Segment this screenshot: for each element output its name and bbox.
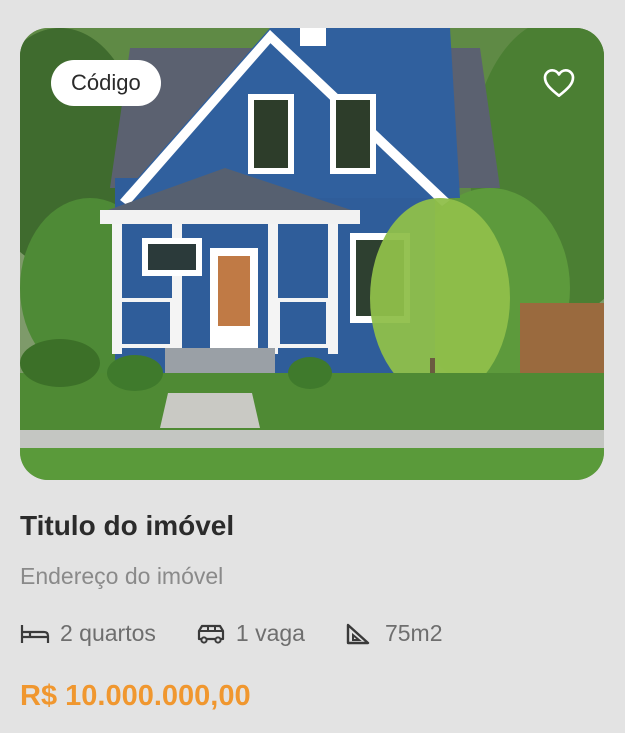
feature-area: 75m2 (345, 620, 443, 647)
property-features: 2 quartos 1 vaga 75m2 (20, 620, 483, 647)
car-icon (196, 622, 228, 646)
bed-icon (20, 622, 52, 646)
property-title: Titulo do imóvel (20, 510, 235, 541)
code-badge: Código (51, 60, 161, 106)
property-price: R$ 10.000.000,00 (20, 680, 251, 712)
favorite-button[interactable] (542, 66, 576, 100)
feature-parking: 1 vaga (196, 620, 305, 647)
property-photo[interactable]: Código (20, 28, 604, 480)
property-address: Endereço do imóvel (20, 563, 224, 589)
feature-bedrooms-label: 2 quartos (60, 620, 156, 646)
set-square-icon (345, 622, 377, 646)
feature-parking-label: 1 vaga (235, 620, 305, 646)
code-badge-label: Código (71, 70, 141, 95)
heart-outline-icon (543, 69, 575, 97)
feature-bedrooms: 2 quartos (20, 620, 156, 647)
feature-area-label: 75m2 (384, 620, 443, 646)
